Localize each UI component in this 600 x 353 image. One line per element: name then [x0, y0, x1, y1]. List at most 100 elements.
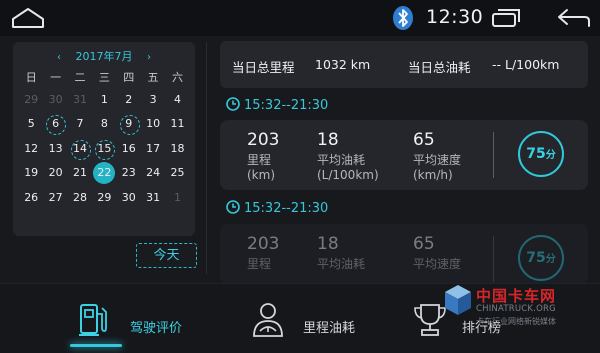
- nav-mileage-fuel-label: 里程油耗: [303, 321, 356, 336]
- status-bar: 12:30: [0, 0, 600, 36]
- calendar-day[interactable]: 29: [19, 88, 43, 112]
- calendar-day-number: 29: [24, 93, 39, 106]
- calendar-day-number: 3: [149, 93, 157, 106]
- calendar-day-number: 13: [48, 141, 63, 155]
- calendar-day[interactable]: 29: [92, 186, 116, 210]
- calendar-day[interactable]: 22: [92, 161, 116, 185]
- calendar-day[interactable]: 17: [141, 137, 165, 161]
- trip-score-badge[interactable]: 75分: [518, 131, 564, 177]
- trip-avg-fuel: 18 平均油耗 (L/100km): [317, 130, 379, 182]
- home-icon[interactable]: [10, 7, 46, 29]
- calendar-day[interactable]: 28: [68, 186, 92, 210]
- calendar-day[interactable]: 8: [92, 112, 116, 136]
- trip-distance-unit: (km): [247, 168, 276, 182]
- bluetooth-icon[interactable]: [391, 5, 415, 31]
- trip-distance-label: 里程: [247, 257, 272, 271]
- today-button[interactable]: 今天: [136, 243, 197, 268]
- watermark-cn: 中国卡车网: [476, 287, 557, 305]
- recent-apps-icon[interactable]: [491, 8, 521, 28]
- calendar-day-number: 15: [97, 141, 112, 155]
- calendar-day[interactable]: 27: [43, 186, 67, 210]
- nav-mileage-fuel[interactable]: 里程油耗: [245, 284, 385, 353]
- calendar-day[interactable]: 1: [92, 88, 116, 112]
- trip-distance-label: 里程: [247, 153, 272, 167]
- calendar-day[interactable]: 23: [117, 161, 141, 185]
- calendar-day-number: 19: [24, 166, 39, 180]
- calendar-day[interactable]: 3: [141, 88, 165, 112]
- calendar-day[interactable]: 10: [141, 112, 165, 136]
- calendar-day-number: 23: [121, 166, 136, 180]
- driver-icon: [253, 303, 283, 337]
- calendar-day[interactable]: 31: [68, 88, 92, 112]
- card-divider: [493, 132, 494, 178]
- calendar-grid: 日一二三四五六 29 30 31 1 2 3 4 5 6 7 8 9 10 11 12 13 14 15 16 17 18…: [19, 68, 191, 210]
- calendar-day-number: 28: [72, 190, 87, 204]
- clock-icon: [226, 200, 240, 214]
- calendar-day[interactable]: 18: [165, 137, 189, 161]
- prev-month-button[interactable]: ‹: [50, 52, 68, 63]
- trip-avg-fuel-label: 平均油耗: [317, 257, 366, 271]
- calendar-day-number: 31: [72, 93, 87, 106]
- calendar-day-number: 17: [146, 141, 161, 155]
- chinatruck-logo-icon: [445, 285, 471, 315]
- trip-avg-speed-unit: (km/h): [413, 168, 453, 182]
- watermark-slogan: 卡车行业网络新锐媒体: [476, 317, 556, 326]
- nav-driving-evaluation[interactable]: 驾驶评价: [70, 284, 230, 353]
- calendar-day[interactable]: 2: [117, 88, 141, 112]
- calendar-day[interactable]: 24: [141, 161, 165, 185]
- calendar-day[interactable]: 31: [141, 186, 165, 210]
- calendar-day-number: 14: [72, 141, 87, 155]
- calendar-day[interactable]: 16: [117, 137, 141, 161]
- trip-time-text: 15:32--21:30: [244, 98, 329, 113]
- calendar-day[interactable]: 6: [43, 112, 67, 136]
- trip-avg-fuel-unit: (L/100km): [317, 168, 379, 182]
- trip-card[interactable]: 203 里程 18 平均油耗 65 平均速度 75分: [220, 224, 588, 284]
- trip-avg-speed: 65 平均速度 (km/h): [413, 130, 461, 182]
- calendar-day[interactable]: 12: [19, 137, 43, 161]
- calendar-month-label: 2017年7月: [75, 50, 133, 63]
- trip-score-badge[interactable]: 75分: [518, 235, 564, 281]
- back-icon[interactable]: [557, 8, 591, 28]
- next-month-button[interactable]: ›: [140, 52, 158, 63]
- calendar-day[interactable]: 11: [165, 112, 189, 136]
- trip-time-text: 15:32--21:30: [244, 201, 329, 216]
- calendar-day[interactable]: 13: [43, 137, 67, 161]
- calendar-header: ‹ 2017年7月 ›: [13, 48, 195, 64]
- calendar-day[interactable]: 14: [68, 137, 92, 161]
- calendar-day[interactable]: 26: [19, 186, 43, 210]
- weekday-header: 五: [147, 71, 159, 84]
- calendar-day-number: 24: [146, 166, 161, 180]
- calendar-day[interactable]: 7: [68, 112, 92, 136]
- calendar-day-number: 8: [100, 117, 108, 131]
- daily-mileage-label: 当日总里程: [232, 60, 295, 75]
- calendar-day[interactable]: 5: [19, 112, 43, 136]
- calendar-day-number: 27: [48, 190, 63, 204]
- calendar-day[interactable]: 30: [117, 186, 141, 210]
- daily-mileage-value: 1032 km: [315, 57, 371, 72]
- watermark: 中国卡车网 CHINATRUCK.ORG 卡车行业网络新锐媒体: [443, 283, 595, 341]
- fuel-pump-icon: [79, 304, 107, 336]
- calendar-day-number: 9: [125, 117, 133, 131]
- calendar-day-number: 7: [76, 117, 84, 131]
- watermark-en: CHINATRUCK.ORG: [476, 304, 556, 314]
- calendar-day-number: 6: [52, 117, 60, 131]
- calendar-day[interactable]: 30: [43, 88, 67, 112]
- calendar-day[interactable]: 25: [165, 161, 189, 185]
- trip-distance-value: 203: [247, 130, 280, 150]
- trip-card[interactable]: 203 里程 (km) 18 平均油耗 (L/100km) 65 平均速度 (k…: [220, 120, 588, 190]
- calendar-day-number: 25: [170, 166, 185, 180]
- calendar-day[interactable]: 20: [43, 161, 67, 185]
- calendar-day[interactable]: 9: [117, 112, 141, 136]
- calendar-day[interactable]: 4: [165, 88, 189, 112]
- weekday-header: 四: [123, 71, 135, 84]
- calendar-day[interactable]: 19: [19, 161, 43, 185]
- calendar-day-number: 26: [24, 190, 39, 204]
- calendar-day-number: 18: [170, 141, 185, 155]
- calendar-day[interactable]: 21: [68, 161, 92, 185]
- calendar-day[interactable]: 15: [92, 137, 116, 161]
- calendar-day[interactable]: 1: [165, 186, 189, 210]
- trip-score-unit: 分: [545, 150, 556, 161]
- daily-fuel-value: -- L/100km: [492, 57, 560, 72]
- trip-avg-fuel-label: 平均油耗: [317, 153, 366, 167]
- trip-time-range: 15:32--21:30: [226, 200, 328, 216]
